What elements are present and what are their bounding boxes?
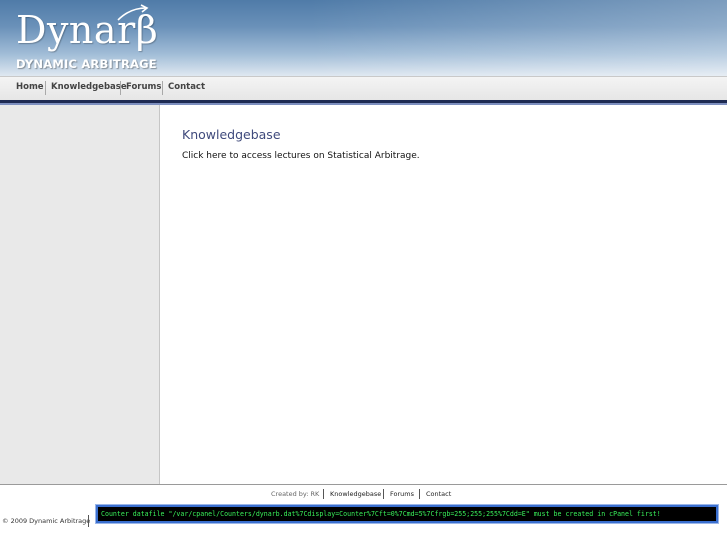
footer-credit: Created by: RK <box>271 490 320 498</box>
footer-link-divider <box>383 489 384 499</box>
nav-home-link[interactable]: Home <box>16 82 44 92</box>
site-tagline: DYNAMIC ARBITRAGE <box>16 57 157 71</box>
footer-link-divider <box>419 489 420 499</box>
copyright-text: © 2009 Dynamic Arbitrage <box>2 517 91 525</box>
nav-forums-link[interactable]: Forums <box>126 82 161 92</box>
footer-forums-link[interactable]: Forums <box>390 490 414 498</box>
nav-contact-link[interactable]: Contact <box>168 82 205 92</box>
top-nav: Home Knowledgebase Forums Contact <box>0 76 727 100</box>
lectures-link-text[interactable]: Click here to access lectures on Statist… <box>182 151 420 161</box>
left-sidebar <box>0 105 160 484</box>
nav-divider <box>162 81 163 95</box>
footer-link-divider <box>323 489 324 499</box>
nav-knowledgebase-link[interactable]: Knowledgebase <box>51 82 127 92</box>
logo-swoosh-arrow-icon <box>117 4 149 21</box>
footer-divider <box>0 484 727 485</box>
main-content: Knowledgebase Click here to access lectu… <box>160 105 727 484</box>
hit-counter-error: Counter datafile "/var/cpanel/Counters/d… <box>95 504 719 524</box>
copyright-divider <box>88 515 89 527</box>
site-header: Dynarβ DYNAMIC ARBITRAGE <box>0 0 727 76</box>
page-title: Knowledgebase <box>182 127 281 142</box>
nav-divider <box>120 81 121 95</box>
nav-divider <box>45 81 46 95</box>
footer-contact-link[interactable]: Contact <box>426 490 451 498</box>
footer-knowledgebase-link[interactable]: Knowledgebase <box>330 490 381 498</box>
